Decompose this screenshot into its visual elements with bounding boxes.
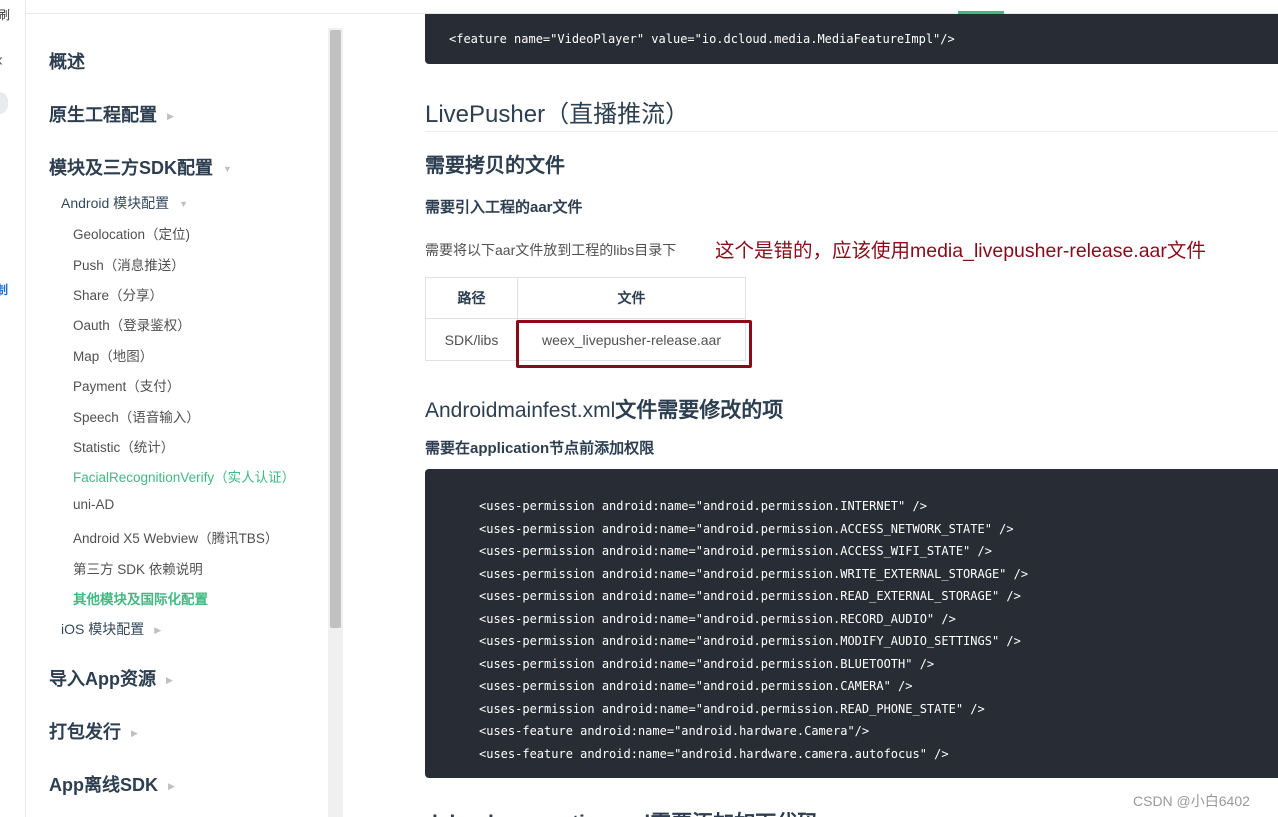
toggle-handle[interactable] [0,92,8,114]
code-line: <uses-permission android:name="android.p… [479,589,1021,603]
sidebar-item-speech[interactable]: Speech（语音输入） [73,406,200,426]
sidebar-item-import-app-resources[interactable]: 导入App资源 ▶ [49,665,173,691]
top-navbar [26,0,1278,14]
sidebar-item-module-sdk-config[interactable]: 模块及三方SDK配置 ▼ [49,154,232,180]
code-line: <uses-permission android:name="android.p… [479,656,935,671]
code-line: <uses-permission android:name="android.p… [479,566,1029,581]
sidebar-item-oauth[interactable]: Oauth（登录鉴权） [73,314,191,334]
left-panel-link[interactable]: 制 [0,281,8,298]
caret-down-icon: ▼ [223,164,232,175]
collapse-chevron-icon[interactable]: ‹ [0,50,3,71]
sidebar-item-overview[interactable]: 概述 [49,48,85,74]
paragraph-instructions: 需要将以下aar文件放到工程的libs目录下 [425,242,677,258]
sidebar-item-android-module-config[interactable]: Android 模块配置 ▼ [61,193,188,213]
sidebar-item-ios-module-config[interactable]: iOS 模块配置 ▶ [61,619,161,639]
sidebar-item-payment[interactable]: Payment（支付） [73,375,180,395]
left-panel-text: 刷 [0,6,10,23]
left-panel-strip: 刷 ‹ 制 [0,0,26,817]
sidebar-item-map[interactable]: Map（地图） [73,345,153,365]
code-block: <feature name="VideoPlayer" value="io.dc… [425,14,1278,64]
code-line: <uses-feature android:name="android.hard… [479,746,949,761]
sidebar-item-x5-webview[interactable]: Android X5 Webview（腾讯TBS） [73,527,278,547]
caret-right-icon: ▶ [168,780,175,791]
section-heading-dcloud-properties: dcloud_properties.xml需要添加如下代码 [425,807,818,817]
code-block-permissions: <uses-permission android:name="android.p… [425,469,1278,778]
table-header-row: 路径 文件 [425,277,746,319]
section-heading-manifest: Androidmainfest.xml文件需要修改的项 [425,399,784,422]
table-header-file: 文件 [517,277,746,319]
code-line: <uses-permission android:name="android.p… [479,544,992,558]
caret-right-icon: ▶ [167,110,174,121]
code-line: <feature name="VideoPlayer" value="io.dc… [449,32,955,46]
code-line: <uses-feature android:name="android.hard… [479,724,870,738]
code-line: <uses-permission android:name="android.p… [479,499,927,513]
caret-down-icon: ▼ [179,199,189,210]
code-line: <uses-permission android:name="android.p… [479,611,956,626]
code-line: <uses-permission android:name="android.p… [479,679,913,693]
annotation-highlight-box [516,320,752,368]
caret-right-icon: ▶ [131,727,138,738]
watermark: CSDN @小白6402 [1131,791,1252,811]
code-line: <uses-permission android:name="android.p… [479,634,1021,648]
sidebar-item-other-modules[interactable]: 其他模块及国际化配置 [73,588,208,608]
sidebar-item-packaging-release[interactable]: 打包发行 ▶ [49,718,138,744]
subheading-add-permissions: 需要在application节点前添加权限 [425,440,655,457]
sidebar-item-native-project-config[interactable]: 原生工程配置 ▶ [49,101,174,127]
sidebar-item-facial-recognition[interactable]: FacialRecognitionVerify（实人认证） [73,466,295,486]
code-line: <uses-permission android:name="android.p… [479,521,1014,536]
table-cell-path: SDK/libs [425,318,518,361]
sidebar-item-geolocation[interactable]: Geolocation（定位) [73,223,190,243]
heading-divider [425,131,1278,132]
main-content: <feature name="VideoPlayer" value="io.dc… [345,14,1278,817]
annotation-correction: 这个是错的，应该使用media_livepusher-release.aar文件 [715,240,1206,262]
subheading-aar-files: 需要引入工程的aar文件 [425,199,583,216]
section-heading-livepusher: LivePusher（直播推流） [425,101,690,128]
sidebar-item-uni-ad[interactable]: uni-AD [73,497,114,512]
caret-right-icon: ▶ [154,624,162,635]
sidebar-item-push[interactable]: Push（消息推送） [73,254,185,274]
sidebar-item-app-offline-sdk[interactable]: App离线SDK ▶ [49,771,175,797]
sidebar-item-statistic[interactable]: Statistic（统计） [73,436,174,456]
caret-right-icon: ▶ [166,674,173,685]
sidebar-scrollbar-thumb[interactable] [330,30,341,628]
code-line: <uses-permission android:name="android.p… [479,701,985,716]
sidebar-item-share[interactable]: Share（分享） [73,284,163,304]
subheading-files-to-copy: 需要拷贝的文件 [425,155,565,177]
sidebar-item-third-party-sdk[interactable]: 第三方 SDK 依赖说明 [73,558,203,578]
table-header-path: 路径 [425,277,518,319]
